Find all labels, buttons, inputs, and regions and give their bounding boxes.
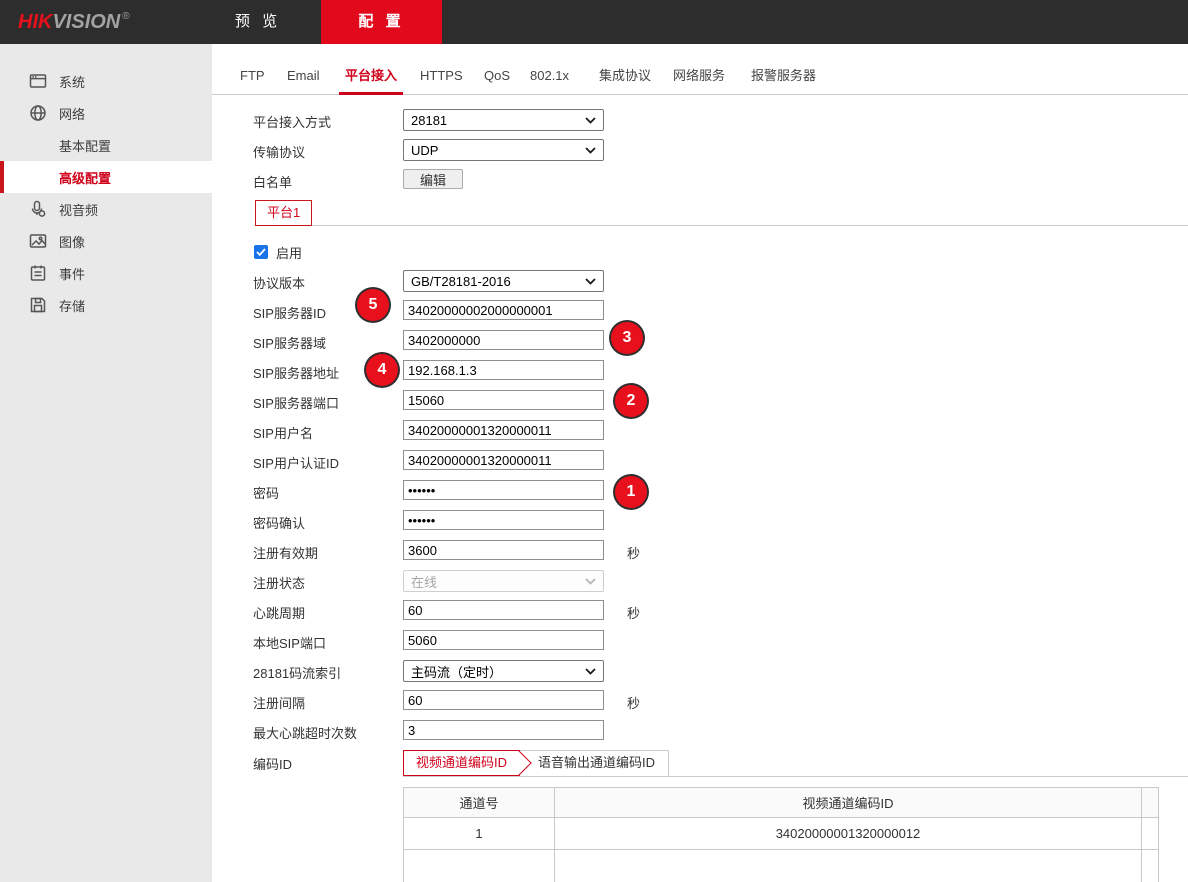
register-interval-input[interactable]	[403, 690, 604, 710]
password-confirm-input[interactable]	[403, 510, 604, 530]
settings-tab-strip: FTP Email 平台接入 HTTPS QoS 802.1x 集成协议 网络服…	[212, 60, 1188, 95]
field-register-status: 注册状态 在线	[253, 570, 1013, 594]
sidebar-item-storage[interactable]: 存储	[0, 289, 212, 321]
system-window-icon	[29, 72, 47, 90]
sidebar: 系统 网络 基本配置 高级配置 视音频 图像 事件 存储	[0, 44, 212, 882]
field-platform-access-mode: 平台接入方式 28181	[253, 109, 1013, 133]
image-icon	[29, 232, 47, 250]
topbar: HIKVISION® 预 览 配 置	[0, 0, 1188, 44]
tab-email[interactable]: Email	[287, 60, 320, 95]
table-header-row: 通道号 视频通道编码ID	[404, 788, 1159, 818]
tab-ftp[interactable]: FTP	[240, 60, 265, 95]
field-register-interval: 注册间隔 秒	[253, 690, 1013, 714]
network-globe-icon	[29, 104, 47, 122]
sidebar-item-network[interactable]: 网络	[0, 97, 212, 129]
heartbeat-interval-input[interactable]	[403, 600, 604, 620]
protocol-version-select[interactable]: GB/T28181-2016	[403, 270, 604, 292]
hikvision-logo: HIKVISION®	[18, 0, 130, 44]
cell-encoding-id	[555, 850, 1142, 882]
sip-server-port-input[interactable]	[403, 390, 604, 410]
stream-index-select[interactable]: 主码流（定时）	[403, 660, 604, 682]
whitelist-edit-button[interactable]: 编辑	[403, 169, 463, 189]
annotation-badge-5: 5	[357, 289, 389, 321]
platform1-tab[interactable]: 平台1	[255, 200, 312, 226]
transport-protocol-select[interactable]: UDP	[403, 139, 604, 161]
tab-network-service[interactable]: 网络服务	[673, 60, 725, 95]
sip-server-id-input[interactable]	[403, 300, 604, 320]
sidebar-item-system[interactable]: 系统	[0, 65, 212, 97]
field-transport-protocol: 传输协议 UDP	[253, 139, 1013, 163]
col-header-channel: 通道号	[404, 788, 555, 818]
nav-preview[interactable]: 预 览	[227, 0, 289, 44]
platform-access-mode-select[interactable]: 28181	[403, 109, 604, 131]
field-sip-auth-id: SIP用户认证ID	[253, 450, 1013, 474]
tab-integration-protocol[interactable]: 集成协议	[599, 60, 651, 95]
field-whitelist: 白名单 编辑	[253, 169, 1013, 193]
col-header-video-encoding-id: 视频通道编码ID	[555, 788, 1142, 818]
tab-https[interactable]: HTTPS	[420, 60, 463, 95]
register-status-select: 在线	[403, 570, 604, 592]
encoding-id-label: 编码ID	[253, 754, 292, 773]
channel-table: 通道号 视频通道编码ID 1 34020000001320000012	[403, 787, 1159, 882]
password-input[interactable]	[403, 480, 604, 500]
field-password-confirm: 密码确认	[253, 510, 1013, 534]
sidebar-item-basic-config[interactable]: 基本配置	[0, 129, 212, 161]
field-max-heartbeat-timeout: 最大心跳超时次数	[253, 720, 1013, 744]
sip-auth-id-input[interactable]	[403, 450, 604, 470]
field-register-validity: 注册有效期 秒	[253, 540, 1013, 564]
sip-username-input[interactable]	[403, 420, 604, 440]
tab-qos[interactable]: QoS	[484, 60, 510, 95]
cell-channel	[404, 850, 555, 882]
tab-video-channel-encoding-id[interactable]: 视频通道编码ID	[403, 750, 520, 776]
field-local-sip-port: 本地SIP端口	[253, 630, 1013, 654]
field-heartbeat-interval: 心跳周期 秒	[253, 600, 1013, 624]
sidebar-item-image[interactable]: 图像	[0, 225, 212, 257]
max-heartbeat-timeout-input[interactable]	[403, 720, 604, 740]
event-icon	[29, 264, 47, 282]
sidebar-item-event[interactable]: 事件	[0, 257, 212, 289]
annotation-badge-2: 2	[615, 385, 647, 417]
logo-vision: VISION	[52, 11, 120, 34]
register-validity-input[interactable]	[403, 540, 604, 560]
unit-seconds: 秒	[627, 603, 640, 622]
logo-hik: HIK	[18, 11, 52, 34]
tab-8021x[interactable]: 802.1x	[530, 60, 569, 95]
logo-registered-mark: ®	[122, 11, 129, 22]
local-sip-port-input[interactable]	[403, 630, 604, 650]
nav-config[interactable]: 配 置	[321, 0, 442, 44]
cell-encoding-id: 34020000001320000012	[555, 818, 1142, 850]
tab-platform-access[interactable]: 平台接入	[345, 60, 397, 95]
annotation-badge-1: 1	[615, 476, 647, 508]
unit-seconds: 秒	[627, 543, 640, 562]
chevron-down-icon	[585, 578, 596, 585]
table-row[interactable]: 1 34020000001320000012	[404, 818, 1159, 850]
annotation-badge-3: 3	[611, 322, 643, 354]
sip-server-domain-input[interactable]	[403, 330, 604, 350]
unit-seconds: 秒	[627, 693, 640, 712]
field-enable: 启用	[254, 244, 302, 260]
table-row[interactable]	[404, 850, 1159, 882]
annotation-badge-4: 4	[366, 354, 398, 386]
sip-server-address-input[interactable]	[403, 360, 604, 380]
tab-alarm-server[interactable]: 报警服务器	[751, 60, 816, 95]
storage-icon	[29, 296, 47, 314]
field-stream-index: 28181码流索引 主码流（定时）	[253, 660, 1013, 684]
field-sip-username: SIP用户名	[253, 420, 1013, 444]
platform-tab-divider	[255, 225, 1188, 226]
chevron-down-icon	[585, 278, 596, 285]
chevron-down-icon	[585, 668, 596, 675]
audio-video-icon	[29, 200, 47, 218]
enable-checkbox[interactable]	[254, 245, 268, 259]
main-content: FTP Email 平台接入 HTTPS QoS 802.1x 集成协议 网络服…	[212, 44, 1188, 882]
chevron-down-icon	[585, 147, 596, 154]
sidebar-item-audio-video[interactable]: 视音频	[0, 193, 212, 225]
col-header-spacer	[1142, 788, 1159, 818]
encoding-id-tab-strip: 视频通道编码ID 语音输出通道编码ID	[403, 750, 1188, 777]
tab-audio-output-channel-encoding-id[interactable]: 语音输出通道编码ID	[516, 750, 669, 776]
cell-channel: 1	[404, 818, 555, 850]
chevron-down-icon	[585, 117, 596, 124]
sidebar-item-advanced-config[interactable]: 高级配置	[0, 161, 212, 193]
